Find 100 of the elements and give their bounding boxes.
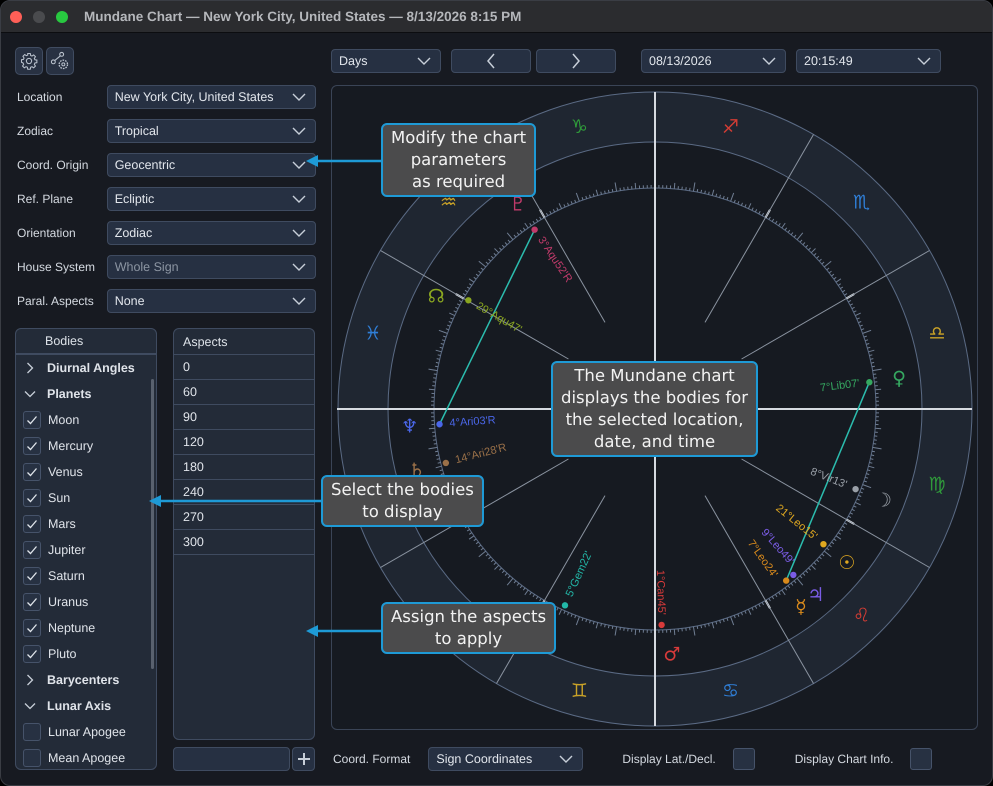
aspect-row[interactable]: 270 bbox=[174, 505, 314, 530]
body-name[interactable]: Jupiter bbox=[48, 543, 86, 557]
option-label: Display Chart Info. bbox=[794, 752, 894, 766]
body-name[interactable]: Venus bbox=[48, 465, 83, 479]
planet-symbol: ☊ bbox=[428, 285, 445, 308]
checkbox[interactable] bbox=[732, 748, 755, 770]
group-name[interactable]: Diurnal Angles bbox=[47, 361, 135, 375]
input-field[interactable] bbox=[173, 747, 290, 771]
body-name[interactable]: Mean Apogee bbox=[48, 751, 126, 765]
field-label: Coord. Format bbox=[332, 752, 410, 766]
settings-button[interactable] bbox=[15, 47, 43, 75]
aspect-row[interactable]: 60 bbox=[174, 380, 314, 405]
date-dropdown[interactable]: 08/13/2026 bbox=[641, 49, 786, 73]
chevron-down-icon bbox=[417, 57, 431, 65]
group-name[interactable]: Lunar Axis bbox=[47, 699, 112, 713]
dropdown[interactable]: Tropical bbox=[106, 119, 316, 143]
dropdown[interactable]: Days bbox=[331, 49, 441, 73]
aspect-row[interactable]: 120 bbox=[174, 430, 314, 455]
dropdown[interactable]: None bbox=[106, 289, 316, 313]
planet-symbol: ☿ bbox=[795, 596, 807, 618]
checkbox[interactable] bbox=[23, 489, 41, 507]
checkbox[interactable] bbox=[23, 411, 41, 429]
planet-symbol: ♂ bbox=[663, 643, 680, 666]
planet-symbol: ☽ bbox=[874, 489, 892, 512]
body-name[interactable]: Saturn bbox=[48, 569, 85, 583]
add-button[interactable] bbox=[292, 747, 315, 771]
sign-symbol: ♊ bbox=[570, 680, 588, 702]
checkbox[interactable] bbox=[23, 515, 41, 533]
checkbox[interactable] bbox=[23, 567, 41, 585]
aspect-row[interactable]: 90 bbox=[174, 405, 314, 430]
body-name[interactable]: Lunar Apogee bbox=[48, 725, 126, 739]
checkbox[interactable] bbox=[23, 619, 41, 637]
settings-icon bbox=[20, 52, 38, 70]
sign-symbol: ♑ bbox=[570, 116, 588, 138]
callout: Assign the aspects to apply bbox=[381, 602, 556, 654]
chevron-down-icon bbox=[917, 57, 931, 65]
checkbox[interactable] bbox=[23, 541, 41, 559]
sign-symbol: ♌ bbox=[852, 604, 870, 626]
dropdown[interactable]: Geocentric bbox=[106, 153, 316, 177]
setting-label: Orientation bbox=[16, 226, 77, 240]
sign-symbol: ♋ bbox=[722, 680, 740, 702]
group-name[interactable]: Barycenters bbox=[47, 673, 120, 687]
callout: The Mundane chart displays the bodies for the selected location, date, and time bbox=[551, 361, 758, 457]
chevron-down-icon bbox=[559, 755, 574, 763]
group-name[interactable]: Planets bbox=[47, 387, 92, 401]
checkbox[interactable] bbox=[23, 723, 41, 741]
body-name[interactable]: Sun bbox=[48, 491, 70, 505]
body-name[interactable]: Mars bbox=[48, 517, 76, 531]
zoom-button[interactable] bbox=[56, 10, 68, 22]
close-button[interactable] bbox=[10, 10, 22, 22]
sign-symbol: ♐ bbox=[722, 116, 740, 138]
plus-icon bbox=[296, 752, 310, 766]
setting-label: Coord. Origin bbox=[16, 158, 90, 172]
dropdown[interactable]: Ecliptic bbox=[106, 187, 316, 211]
checkbox[interactable] bbox=[23, 437, 41, 455]
body-name[interactable]: Mercury bbox=[48, 439, 94, 453]
aspect-row[interactable]: 240 bbox=[174, 480, 314, 505]
nodes-gear-icon bbox=[50, 51, 70, 71]
setting-label: Location bbox=[16, 90, 64, 104]
time-dropdown[interactable]: 20:15:49 bbox=[796, 49, 941, 73]
setting-label: Ref. Plane bbox=[16, 192, 74, 206]
checkbox[interactable] bbox=[23, 749, 41, 767]
body-name[interactable]: Neptune bbox=[48, 621, 96, 635]
dropdown[interactable]: Zodiac bbox=[106, 221, 316, 245]
checkbox[interactable] bbox=[23, 593, 41, 611]
planet-symbol: ♀ bbox=[892, 368, 906, 390]
setting-label: Paral. Aspects bbox=[16, 294, 95, 308]
checkbox[interactable] bbox=[910, 748, 932, 770]
setting-label: House System bbox=[16, 260, 96, 274]
column-header: Aspects bbox=[174, 329, 314, 355]
planet-symbol: ☉ bbox=[838, 552, 856, 574]
window-title: Mundane Chart — New York City, United States — 8/13/2026 8:15 PM bbox=[84, 9, 522, 24]
sign-symbol: ♓ bbox=[364, 322, 382, 344]
chevron-down-icon bbox=[292, 297, 306, 305]
planet-symbol: ♃ bbox=[807, 584, 824, 606]
body-name[interactable]: Moon bbox=[48, 413, 80, 427]
planet-position-label: 1°Can45' bbox=[654, 570, 668, 616]
setting-label: Zodiac bbox=[16, 124, 54, 138]
sign-symbol: ♎ bbox=[928, 322, 946, 344]
node-settings-button[interactable] bbox=[46, 47, 74, 75]
aspect-row[interactable]: 0 bbox=[174, 355, 314, 380]
scrollbar[interactable] bbox=[151, 379, 154, 669]
checkbox[interactable] bbox=[23, 463, 41, 481]
sign-symbol: ♍ bbox=[928, 474, 946, 496]
chevron-down-icon bbox=[292, 161, 306, 169]
checkbox[interactable] bbox=[23, 645, 41, 663]
planet-position-label: 4°Ari03'R bbox=[449, 414, 496, 430]
chevron-down-icon bbox=[292, 93, 306, 101]
chevron-down-icon bbox=[292, 127, 306, 135]
sign-symbol: ♏ bbox=[852, 192, 870, 214]
planet-symbol: ♆ bbox=[401, 415, 418, 438]
aspect-row[interactable]: 180 bbox=[174, 455, 314, 480]
body-name[interactable]: Uranus bbox=[48, 595, 88, 609]
dropdown[interactable]: New York City, United States bbox=[106, 85, 316, 109]
callout: Modify the chart parameters as required bbox=[381, 123, 536, 197]
chevron-left-icon bbox=[486, 53, 496, 69]
aspect-row[interactable]: 300 bbox=[174, 530, 314, 555]
dropdown[interactable]: Sign Coordinates bbox=[428, 747, 584, 771]
chevron-down-icon bbox=[292, 263, 306, 271]
body-name[interactable]: Pluto bbox=[48, 647, 76, 661]
